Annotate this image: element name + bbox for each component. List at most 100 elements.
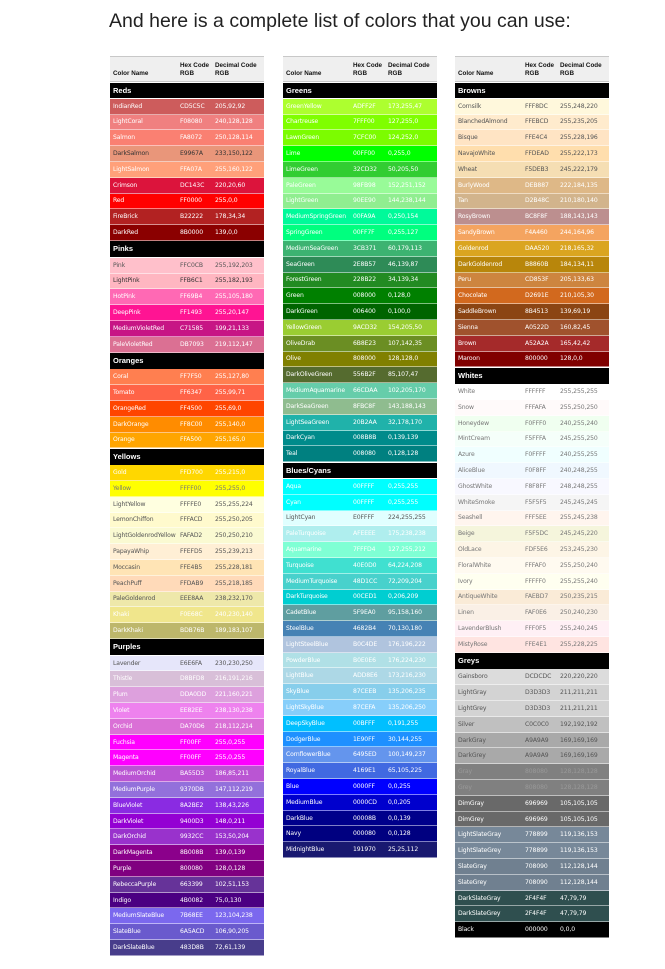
color-row: CadetBlue 5F9EA0 95,158,160 — [283, 605, 437, 622]
hex-code: DDA0DD — [180, 691, 207, 699]
decimal-code: 240,230,140 — [215, 611, 253, 619]
color-name: ForestGreen — [286, 276, 322, 284]
decimal-code: 128,128,128 — [560, 783, 598, 791]
color-row: Bisque FFE4C4 255,228,196 — [455, 130, 609, 147]
header-decimal-code: Decimal Code RGB — [215, 62, 257, 77]
color-name: DarkGray — [458, 736, 486, 744]
hex-code: FFFFE0 — [180, 500, 202, 508]
color-row: Brown A52A2A 165,42,42 — [455, 335, 609, 352]
color-row: BlanchedAlmond FFEBCD 255,235,205 — [455, 114, 609, 131]
category-header: Pinks — [110, 241, 264, 258]
color-name: AntiqueWhite — [458, 593, 498, 601]
color-name: Teal — [286, 450, 298, 458]
hex-code: 000080 — [353, 830, 376, 838]
hex-code: DC143C — [180, 181, 205, 189]
color-row: Orange FFA500 255,165,0 — [110, 432, 264, 449]
color-name: Goldenrod — [458, 244, 489, 252]
color-name: Lavender — [113, 659, 141, 667]
hex-code: 8B008B — [180, 849, 204, 857]
color-row: Lime 00FF00 0,255,0 — [283, 146, 437, 162]
color-name: Peru — [458, 276, 471, 284]
color-row: LimeGreen 32CD32 50,205,50 — [283, 161, 437, 178]
color-name: Grey — [458, 783, 472, 791]
hex-code: 48D1CC — [353, 577, 378, 585]
category-header: Greens — [283, 82, 437, 99]
hex-code: 66CDAA — [353, 387, 378, 395]
decimal-code: 119,136,153 — [560, 847, 598, 855]
color-row: Tan D2B48C 210,180,140 — [455, 193, 609, 210]
color-row: SlateGrey 708090 112,128,144 — [455, 874, 609, 891]
hex-code: 696969 — [525, 815, 548, 823]
hex-code: B8860B — [525, 260, 549, 268]
decimal-code: 176,196,222 — [388, 640, 426, 648]
hex-code: FFDAB9 — [180, 579, 204, 587]
hex-code: 20B2AA — [353, 418, 377, 426]
decimal-code: 230,230,250 — [215, 659, 253, 667]
category-header: Blues/Cyans — [283, 462, 437, 479]
decimal-code: 112,128,144 — [560, 862, 598, 870]
decimal-code: 105,105,105 — [560, 799, 598, 807]
decimal-code: 255,239,213 — [215, 548, 253, 555]
color-name: MediumPurple — [113, 785, 155, 793]
decimal-code: 255,165,0 — [215, 436, 246, 444]
decimal-code: 144,238,144 — [388, 197, 426, 205]
color-row: DarkGray A9A9A9 169,169,169 — [455, 732, 609, 749]
color-row: DarkSeaGreen 8FBC8F 143,188,143 — [283, 398, 437, 415]
hex-code: 90EE90 — [353, 197, 376, 205]
color-name: PaleVioletRed — [113, 340, 153, 348]
hex-code: 9400D3 — [180, 817, 204, 825]
decimal-code: 127,255,0 — [388, 118, 419, 126]
color-name: CornflowerBlue — [286, 751, 331, 759]
decimal-code: 255,127,80 — [215, 373, 249, 381]
color-name: Cornsilk — [458, 102, 482, 110]
color-row: DarkSlateBlue 483D8B 72,61,139 — [110, 940, 264, 956]
color-row: BlueViolet 8A2BE2 138,43,226 — [110, 797, 264, 814]
color-name: Cyan — [286, 498, 301, 506]
decimal-code: 25,25,112 — [388, 846, 419, 854]
hex-code: 00CED1 — [353, 593, 377, 601]
color-row: SaddleBrown 8B4513 139,69,19 — [455, 304, 609, 320]
color-name: Orange — [113, 436, 135, 444]
color-name: PapayaWhip — [113, 548, 150, 555]
hex-code: FFEBCD — [525, 118, 549, 126]
page-heading: And here is a complete list of colors th… — [109, 10, 571, 32]
color-row: PaleVioletRed DB7093 219,112,147 — [110, 336, 264, 353]
color-name: HotPink — [113, 293, 136, 301]
hex-code: F5DEB3 — [525, 165, 549, 173]
color-row: Beige F5F5DC 245,245,220 — [455, 526, 609, 543]
color-row: GhostWhite F8F8FF 248,248,255 — [455, 478, 609, 495]
hex-code: 6B8E23 — [353, 339, 376, 347]
color-name: Black — [458, 926, 474, 934]
decimal-code: 0,255,127 — [388, 229, 419, 237]
decimal-code: 0,139,139 — [388, 434, 419, 442]
color-row: Aqua 00FFFF 0,255,255 — [283, 478, 437, 495]
color-name: MediumVioletRed — [113, 324, 164, 332]
hex-code: 00FFFF — [353, 482, 375, 490]
color-row: SteelBlue 4682B4 70,130,180 — [283, 621, 437, 637]
decimal-code: 238,232,170 — [215, 595, 253, 603]
decimal-code: 245,255,250 — [560, 435, 598, 443]
color-row: FireBrick B22222 178,34,34 — [110, 209, 264, 226]
color-row: Khaki F0E68C 240,230,140 — [110, 607, 264, 624]
hex-code: FFDEAD — [525, 150, 549, 158]
decimal-code: 64,224,208 — [388, 561, 422, 569]
color-row: MediumSpringGreen 00FA9A 0,250,154 — [283, 209, 437, 226]
decimal-code: 46,139,87 — [388, 260, 419, 268]
color-name: LightGreen — [286, 197, 319, 205]
color-name: Gold — [113, 469, 127, 477]
hex-code: 4169E1 — [353, 767, 376, 775]
decimal-code: 152,251,152 — [388, 181, 426, 189]
decimal-code: 245,222,179 — [560, 165, 598, 173]
color-name: MidnightBlue — [286, 846, 325, 854]
hex-code: FF1493 — [180, 309, 202, 317]
color-name: SpringGreen — [286, 229, 323, 237]
color-name: Blue — [286, 782, 299, 790]
color-row: Snow FFFAFA 255,250,250 — [455, 399, 609, 416]
color-row: GreenYellow ADFF2F 173,255,47 — [283, 98, 437, 115]
color-row: LightGreen 90EE90 144,238,144 — [283, 193, 437, 210]
table-header: Color Name Hex Code RGB Decimal Code RGB — [283, 56, 437, 82]
hex-code: FF00FF — [180, 754, 202, 762]
hex-code: FFE4B5 — [180, 563, 203, 571]
hex-code: 778899 — [525, 831, 548, 839]
decimal-code: 255,69,0 — [215, 404, 242, 412]
